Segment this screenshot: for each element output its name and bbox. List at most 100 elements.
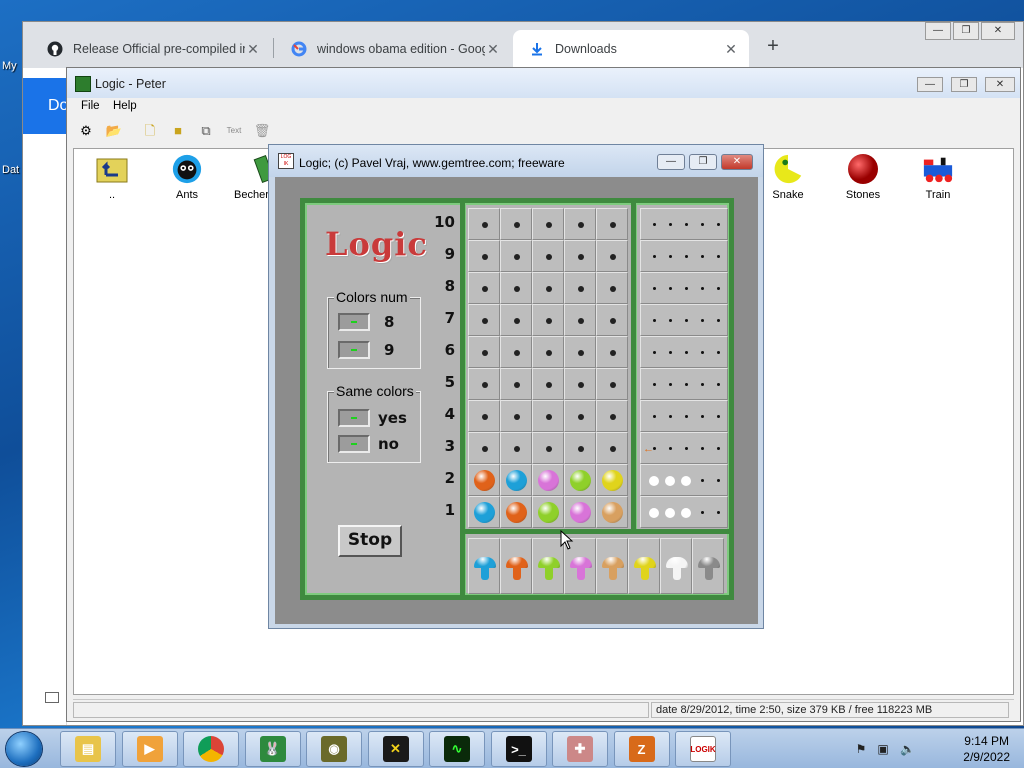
minimize-button[interactable]: — bbox=[917, 77, 943, 92]
palette-color[interactable] bbox=[500, 538, 532, 594]
maximize-button[interactable]: ❐ bbox=[689, 154, 717, 170]
peg-slot[interactable] bbox=[468, 400, 500, 432]
peg-slot[interactable] bbox=[532, 464, 564, 496]
menu-help[interactable]: Help bbox=[113, 100, 137, 112]
close-tab-icon[interactable]: ✕ bbox=[485, 41, 501, 58]
peg-slot[interactable] bbox=[596, 272, 628, 304]
file-item-ants[interactable]: Ants bbox=[155, 153, 219, 201]
palette-color[interactable] bbox=[628, 538, 660, 594]
peg-slot[interactable] bbox=[500, 304, 532, 336]
taskbar-app-button[interactable]: Z bbox=[613, 731, 670, 767]
colors-8-option[interactable]: 8 bbox=[338, 312, 394, 332]
taskbar-app-button[interactable]: LOGIK bbox=[675, 731, 731, 767]
maximize-button[interactable]: ❐ bbox=[951, 77, 977, 92]
peg-slot[interactable] bbox=[564, 240, 596, 272]
peg-slot[interactable] bbox=[564, 464, 596, 496]
taskbar-app-button[interactable]: >_ bbox=[490, 731, 547, 767]
tab-downloads[interactable]: Downloads ✕ bbox=[513, 30, 749, 68]
peg-slot[interactable] bbox=[468, 240, 500, 272]
close-button[interactable]: ✕ bbox=[985, 77, 1015, 92]
peg-slot[interactable] bbox=[500, 240, 532, 272]
peg-slot[interactable] bbox=[468, 208, 500, 240]
peg-slot[interactable] bbox=[564, 496, 596, 528]
copy-icon[interactable]: ⧉ bbox=[197, 123, 215, 139]
flag-icon[interactable]: ⚑ bbox=[854, 742, 868, 756]
peg-slot[interactable] bbox=[532, 272, 564, 304]
rename-button[interactable]: Text bbox=[225, 123, 243, 139]
taskbar-app-button[interactable]: ◉ bbox=[306, 731, 362, 767]
file-item-train[interactable]: Train bbox=[906, 153, 970, 201]
radio-button[interactable] bbox=[338, 341, 370, 359]
peg-slot[interactable] bbox=[468, 368, 500, 400]
peg-slot[interactable] bbox=[468, 432, 500, 464]
peg-slot[interactable] bbox=[564, 304, 596, 336]
peg-slot[interactable] bbox=[596, 208, 628, 240]
file-item-parent[interactable]: .. bbox=[80, 153, 144, 201]
minimize-button[interactable]: — bbox=[925, 22, 951, 40]
peg-slot[interactable] bbox=[500, 464, 532, 496]
peg-slot[interactable] bbox=[532, 368, 564, 400]
peg-slot[interactable] bbox=[468, 464, 500, 496]
peg-slot[interactable] bbox=[564, 208, 596, 240]
radio-button[interactable] bbox=[338, 435, 370, 453]
palette-color[interactable] bbox=[660, 538, 692, 594]
tree-icon[interactable]: ⚙ bbox=[77, 123, 95, 139]
peg-slot[interactable] bbox=[532, 336, 564, 368]
maximize-button[interactable]: ❐ bbox=[953, 22, 979, 40]
tab-github-release[interactable]: Release Official pre-compiled ins ✕ bbox=[31, 30, 271, 68]
same-colors-no-option[interactable]: no bbox=[338, 434, 399, 454]
peg-slot[interactable] bbox=[500, 272, 532, 304]
peg-slot[interactable] bbox=[596, 304, 628, 336]
clock[interactable]: 9:14 PM 2/9/2022 bbox=[963, 733, 1010, 765]
file-item-snake[interactable]: Snake bbox=[756, 153, 820, 201]
peg-slot[interactable] bbox=[500, 496, 532, 528]
new-folder-icon[interactable]: ■ bbox=[169, 123, 187, 139]
radio-button[interactable] bbox=[338, 313, 370, 331]
desktop-icon-label[interactable]: Dat bbox=[2, 164, 19, 176]
peg-slot[interactable] bbox=[596, 368, 628, 400]
peg-slot[interactable] bbox=[532, 432, 564, 464]
peg-slot[interactable] bbox=[564, 400, 596, 432]
peg-slot[interactable] bbox=[532, 400, 564, 432]
tab-google-search[interactable]: windows obama edition - Google ✕ bbox=[275, 30, 511, 68]
peg-slot[interactable] bbox=[532, 496, 564, 528]
close-button[interactable]: ✕ bbox=[981, 22, 1015, 40]
peg-slot[interactable] bbox=[468, 304, 500, 336]
peg-slot[interactable] bbox=[564, 432, 596, 464]
peg-slot[interactable] bbox=[596, 432, 628, 464]
peg-slot[interactable] bbox=[564, 336, 596, 368]
file-item-stones[interactable]: Stones bbox=[831, 153, 895, 201]
peg-slot[interactable] bbox=[500, 368, 532, 400]
taskbar-app-button[interactable]: 🐰 bbox=[244, 731, 301, 767]
minimize-button[interactable]: — bbox=[657, 154, 685, 170]
peg-slot[interactable] bbox=[532, 304, 564, 336]
peg-slot[interactable] bbox=[500, 208, 532, 240]
open-folder-icon[interactable]: 📂 bbox=[105, 123, 123, 139]
taskbar-app-button[interactable]: ✕ bbox=[367, 731, 424, 767]
close-button[interactable]: ✕ bbox=[721, 154, 753, 170]
peg-slot[interactable] bbox=[564, 272, 596, 304]
delete-icon[interactable]: 🗑 bbox=[253, 123, 271, 139]
peg-slot[interactable] bbox=[468, 336, 500, 368]
stop-button[interactable]: Stop bbox=[338, 525, 402, 557]
new-tab-button[interactable]: + bbox=[763, 36, 783, 58]
desktop-icon-label[interactable]: My bbox=[2, 60, 17, 72]
menu-file[interactable]: File bbox=[81, 100, 100, 112]
network-icon[interactable]: ▣ bbox=[876, 742, 890, 756]
same-colors-yes-option[interactable]: yes bbox=[338, 408, 407, 428]
peg-slot[interactable] bbox=[500, 336, 532, 368]
colors-9-option[interactable]: 9 bbox=[338, 340, 394, 360]
peg-slot[interactable] bbox=[596, 400, 628, 432]
peg-slot[interactable] bbox=[596, 496, 628, 528]
palette-color[interactable] bbox=[468, 538, 500, 594]
close-tab-icon[interactable]: ✕ bbox=[723, 41, 739, 58]
volume-icon[interactable]: 🔈 bbox=[900, 742, 915, 756]
taskbar-app-button[interactable]: ▤ bbox=[60, 731, 116, 767]
peg-slot[interactable] bbox=[468, 496, 500, 528]
palette-color[interactable] bbox=[692, 538, 724, 594]
taskbar-app-button[interactable] bbox=[183, 731, 239, 767]
radio-button[interactable] bbox=[338, 409, 370, 427]
peg-slot[interactable] bbox=[468, 272, 500, 304]
new-file-icon[interactable]: 🗋 bbox=[141, 123, 159, 139]
peg-slot[interactable] bbox=[532, 208, 564, 240]
